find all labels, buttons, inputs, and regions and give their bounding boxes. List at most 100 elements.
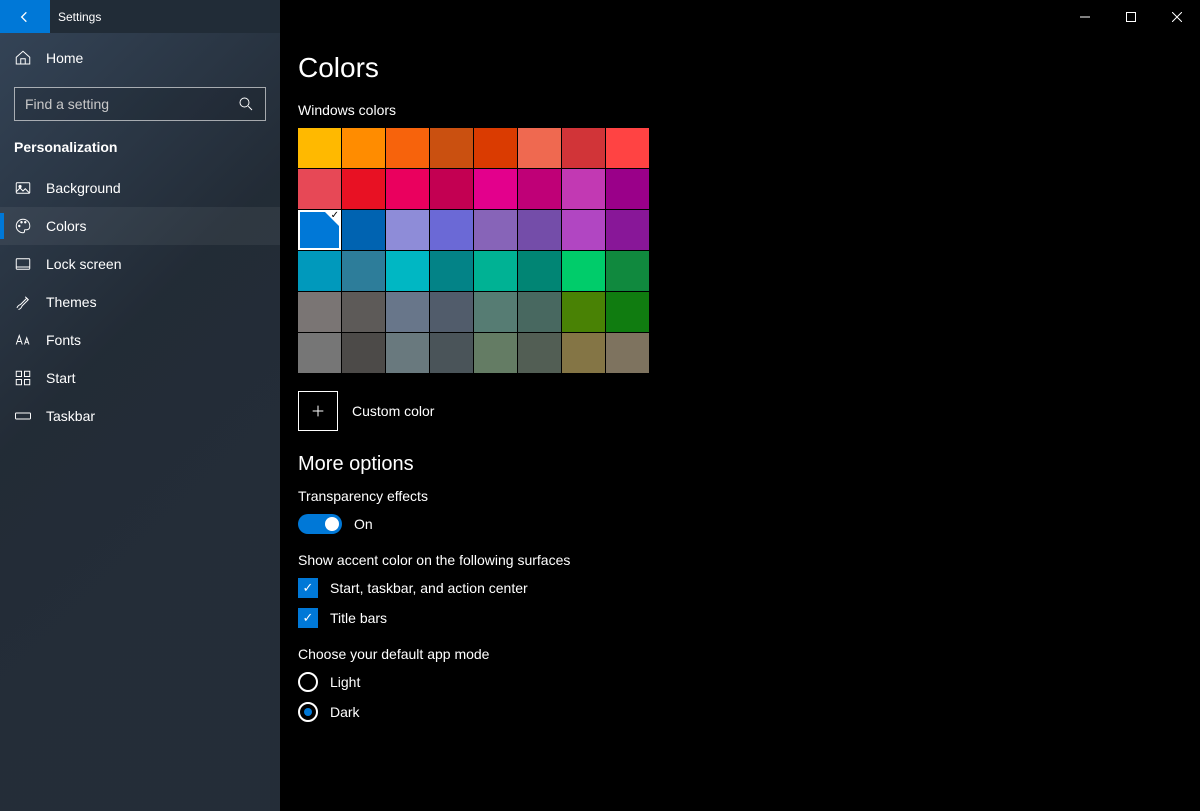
color-swatch[interactable]	[474, 210, 517, 250]
color-swatch[interactable]	[342, 292, 385, 332]
color-swatch[interactable]	[606, 210, 649, 250]
minimize-button[interactable]	[1062, 0, 1108, 33]
sidebar-item-colors[interactable]: Colors	[0, 207, 280, 245]
sidebar-item-taskbar[interactable]: Taskbar	[0, 397, 280, 435]
titlebar: Settings	[0, 0, 1200, 33]
image-icon	[14, 179, 32, 197]
sidebar-item-fonts[interactable]: Fonts	[0, 321, 280, 359]
color-swatch[interactable]	[430, 210, 473, 250]
color-swatch[interactable]	[562, 333, 605, 373]
color-swatch[interactable]	[298, 128, 341, 168]
close-button[interactable]	[1154, 0, 1200, 33]
radio-dark-label: Dark	[330, 704, 360, 720]
lock-icon	[14, 255, 32, 273]
color-swatch[interactable]	[430, 333, 473, 373]
sidebar-home[interactable]: Home	[0, 39, 280, 77]
color-swatch[interactable]	[562, 169, 605, 209]
transparency-label: Transparency effects	[298, 488, 1200, 504]
color-swatch[interactable]	[430, 128, 473, 168]
back-button[interactable]	[0, 0, 50, 33]
color-swatch[interactable]	[342, 333, 385, 373]
color-swatch[interactable]	[430, 251, 473, 291]
sidebar-home-label: Home	[46, 50, 83, 66]
page-title: Colors	[298, 52, 1200, 84]
home-icon	[14, 49, 32, 67]
checkbox-row-titlebars[interactable]: ✓ Title bars	[298, 608, 1200, 628]
color-swatch[interactable]	[562, 292, 605, 332]
sidebar-item-background[interactable]: Background	[0, 169, 280, 207]
more-options-heading: More options	[298, 453, 1200, 476]
checkbox-row-start[interactable]: ✓ Start, taskbar, and action center	[298, 578, 1200, 598]
color-swatch[interactable]	[386, 292, 429, 332]
color-swatch[interactable]	[474, 169, 517, 209]
color-swatch[interactable]	[562, 128, 605, 168]
color-swatch[interactable]	[386, 251, 429, 291]
maximize-button[interactable]	[1108, 0, 1154, 33]
color-swatch[interactable]	[298, 333, 341, 373]
color-swatch[interactable]	[606, 292, 649, 332]
checkbox-titlebars[interactable]: ✓	[298, 608, 318, 628]
color-swatch[interactable]	[298, 169, 341, 209]
color-swatch[interactable]	[518, 292, 561, 332]
color-swatch[interactable]	[562, 210, 605, 250]
sidebar-section-heading: Personalization	[0, 133, 280, 165]
color-swatch[interactable]	[430, 292, 473, 332]
checkbox-start-label: Start, taskbar, and action center	[330, 580, 528, 596]
sidebar-item-start[interactable]: Start	[0, 359, 280, 397]
color-swatch[interactable]	[298, 292, 341, 332]
radio-dark[interactable]	[298, 702, 318, 722]
color-swatch[interactable]	[386, 210, 429, 250]
font-icon	[14, 331, 32, 349]
color-swatch[interactable]	[386, 333, 429, 373]
color-swatch[interactable]	[430, 169, 473, 209]
radio-row-light[interactable]: Light	[298, 672, 1200, 692]
accent-surfaces-label: Show accent color on the following surfa…	[298, 552, 1200, 568]
color-swatch[interactable]	[518, 333, 561, 373]
transparency-toggle[interactable]	[298, 514, 342, 534]
sidebar-item-lock-screen[interactable]: Lock screen	[0, 245, 280, 283]
color-swatch[interactable]	[386, 169, 429, 209]
color-swatch-grid: ✓	[298, 128, 649, 373]
custom-color-button[interactable]	[298, 391, 338, 431]
search-placeholder: Find a setting	[25, 96, 237, 112]
sidebar-item-label: Colors	[46, 218, 86, 234]
search-input[interactable]: Find a setting	[14, 87, 266, 121]
color-swatch[interactable]	[518, 128, 561, 168]
palette-icon	[14, 217, 32, 235]
checkbox-titlebars-label: Title bars	[330, 610, 387, 626]
brush-icon	[14, 293, 32, 311]
window-title: Settings	[50, 0, 101, 33]
color-swatch[interactable]	[518, 210, 561, 250]
checkbox-start[interactable]: ✓	[298, 578, 318, 598]
color-swatch[interactable]	[518, 251, 561, 291]
sidebar: Home Find a setting Personalization Back…	[0, 33, 280, 811]
sidebar-item-label: Themes	[46, 294, 97, 310]
taskbar-icon	[14, 407, 32, 425]
color-swatch[interactable]	[386, 128, 429, 168]
color-swatch[interactable]	[342, 210, 385, 250]
radio-row-dark[interactable]: Dark	[298, 702, 1200, 722]
color-swatch[interactable]	[474, 292, 517, 332]
color-swatch[interactable]	[342, 128, 385, 168]
color-swatch[interactable]	[518, 169, 561, 209]
color-swatch[interactable]	[606, 169, 649, 209]
color-swatch[interactable]	[474, 128, 517, 168]
radio-light-label: Light	[330, 674, 360, 690]
color-swatch[interactable]	[606, 251, 649, 291]
color-swatch[interactable]: ✓	[298, 210, 341, 250]
sidebar-item-label: Taskbar	[46, 408, 95, 424]
sidebar-item-label: Fonts	[46, 332, 81, 348]
color-swatch[interactable]	[474, 251, 517, 291]
sidebar-item-label: Background	[46, 180, 121, 196]
color-swatch[interactable]	[474, 333, 517, 373]
color-swatch[interactable]	[606, 128, 649, 168]
radio-light[interactable]	[298, 672, 318, 692]
color-swatch[interactable]	[298, 251, 341, 291]
sidebar-item-themes[interactable]: Themes	[0, 283, 280, 321]
color-swatch[interactable]	[562, 251, 605, 291]
color-swatch[interactable]	[606, 333, 649, 373]
content-area: Colors Windows colors ✓ Custom color Mor…	[298, 46, 1200, 811]
color-swatch[interactable]	[342, 169, 385, 209]
color-swatch[interactable]	[342, 251, 385, 291]
windows-colors-label: Windows colors	[298, 102, 1200, 118]
